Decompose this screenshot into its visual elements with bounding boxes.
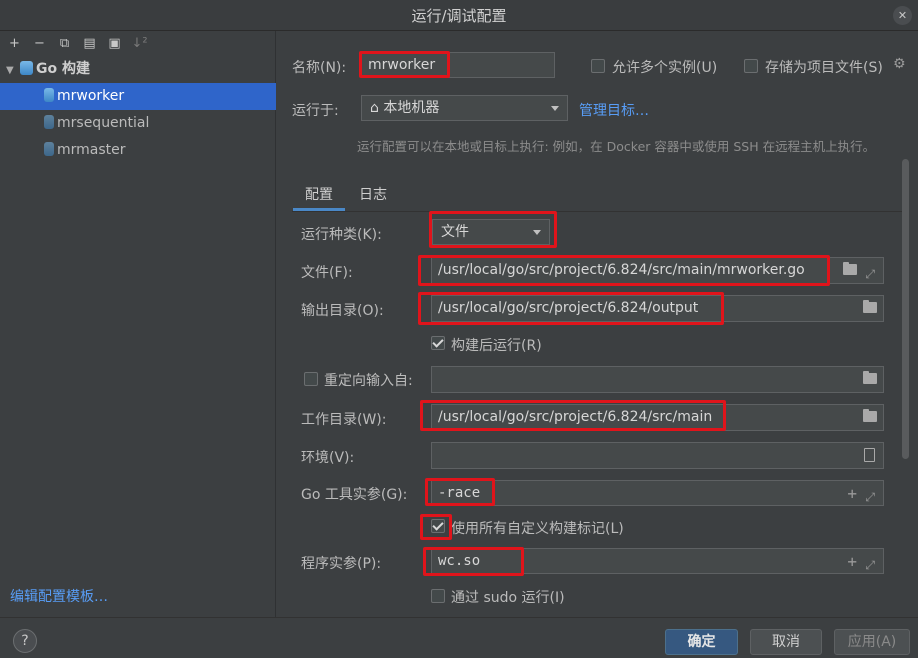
tree-item-mrworker[interactable]: mrworker [0, 83, 276, 110]
redirect-input-checkbox[interactable] [304, 372, 318, 386]
go-icon [20, 61, 33, 75]
home-icon: ⌂ [370, 100, 379, 116]
plus-icon[interactable]: + [847, 550, 857, 573]
expand-icon[interactable]: ⤢ [865, 485, 875, 505]
sudo-checkbox[interactable] [431, 589, 445, 603]
folder-icon[interactable] [843, 262, 857, 275]
run-on-hint: 运行配置可以在本地或目标上执行: 例如，在 Docker 容器中或使用 SSH … [357, 139, 876, 154]
folder-icon[interactable] [863, 409, 877, 422]
file-input[interactable]: /usr/local/go/src/project/6.824/src/main… [431, 257, 884, 284]
tree-item-mrmaster[interactable]: mrmaster [0, 137, 276, 164]
workdir-label: 工作目录(W): [301, 412, 387, 428]
go-tool-args-label: Go 工具实参(G): [301, 487, 408, 503]
program-args-input[interactable]: wc.so + ⤢ [431, 548, 884, 574]
chevron-down-icon [533, 230, 541, 235]
workdir-input[interactable]: /usr/local/go/src/project/6.824/src/main [431, 404, 884, 431]
plus-icon[interactable]: + [847, 482, 857, 505]
env-label: 环境(V): [301, 450, 355, 466]
custom-tags-label: 使用所有自定义构建标记(L) [451, 521, 624, 537]
apply-button[interactable]: 应用(A) [834, 629, 910, 655]
folder-icon[interactable] [863, 300, 877, 313]
manage-targets-link[interactable]: 管理目标… [579, 100, 649, 120]
run-on-combo[interactable]: ⌂ 本地机器 [361, 95, 568, 121]
help-button[interactable]: ? [13, 629, 37, 653]
kind-combo[interactable]: 文件 [432, 219, 550, 245]
store-as-file-checkbox[interactable] [744, 59, 758, 73]
tree-group-go-build[interactable]: ▼ Go 构建 [0, 56, 276, 83]
tab-separator [292, 211, 902, 212]
folder-icon[interactable]: ▣ [104, 34, 125, 54]
ok-button[interactable]: 确定 [665, 629, 738, 655]
title-bar: 运行/调试配置 ✕ [0, 0, 918, 31]
expand-icon[interactable]: ⤢ [865, 262, 875, 283]
file-label: 文件(F): [301, 265, 353, 281]
go-file-icon [44, 88, 54, 102]
tree-toolbar: + − ⧉ ▤ ▣ ↓² [4, 34, 150, 54]
run-on-label: 运行于: [292, 103, 339, 119]
copy-icon[interactable]: ⧉ [54, 34, 75, 54]
allow-multiple-checkbox[interactable] [591, 59, 605, 73]
custom-tags-checkbox[interactable] [431, 519, 445, 533]
name-label: 名称(N): [292, 60, 347, 76]
kind-label: 运行种类(K): [301, 227, 382, 243]
program-args-label: 程序实参(P): [301, 556, 382, 572]
sort-icon[interactable]: ↓² [129, 34, 150, 54]
sudo-label: 通过 sudo 运行(I) [451, 590, 565, 606]
save-icon[interactable]: ▤ [79, 34, 100, 54]
run-after-build-checkbox[interactable] [431, 336, 445, 350]
run-after-build-label: 构建后运行(R) [451, 338, 542, 354]
cancel-button[interactable]: 取消 [750, 629, 822, 655]
tab-log[interactable]: 日志 [347, 181, 399, 211]
store-as-file-label: 存储为项目文件(S) [765, 60, 883, 76]
scrollbar[interactable] [902, 159, 909, 459]
gear-icon[interactable]: ⚙ [893, 56, 906, 72]
allow-multiple-label: 允许多个实例(U) [612, 60, 718, 76]
chevron-down-icon [551, 106, 559, 111]
redirect-input-field[interactable] [431, 366, 884, 393]
go-tool-args-input[interactable]: -race + ⤢ [431, 480, 884, 506]
redirect-input-label: 重定向输入自: [324, 373, 413, 389]
add-icon[interactable]: + [4, 34, 25, 54]
tree-item-mrsequential[interactable]: mrsequential [0, 110, 276, 137]
config-form-panel: 名称(N): mrworker 允许多个实例(U) 存储为项目文件(S) ⚙ 运… [277, 31, 918, 617]
chevron-down-icon[interactable]: ▼ [6, 57, 20, 84]
edit-templates-link[interactable]: 编辑配置模板… [10, 586, 108, 606]
document-icon[interactable] [864, 448, 875, 462]
tab-config[interactable]: 配置 [293, 181, 345, 211]
env-input[interactable] [431, 442, 884, 469]
window-title: 运行/调试配置 [411, 7, 507, 25]
name-input[interactable]: mrworker [361, 52, 555, 78]
go-file-icon [44, 142, 54, 156]
folder-icon[interactable] [863, 371, 877, 384]
output-dir-input[interactable]: /usr/local/go/src/project/6.824/output [431, 295, 884, 322]
go-file-icon [44, 115, 54, 129]
close-icon[interactable]: ✕ [893, 6, 912, 25]
config-tree-panel: + − ⧉ ▤ ▣ ↓² ▼ Go 构建 mrworker mrsequentia… [0, 31, 276, 617]
output-dir-label: 输出目录(O): [301, 303, 384, 319]
remove-icon[interactable]: − [29, 34, 50, 54]
dialog-footer: ? 确定 取消 应用(A) [0, 617, 918, 658]
expand-icon[interactable]: ⤢ [865, 553, 875, 573]
